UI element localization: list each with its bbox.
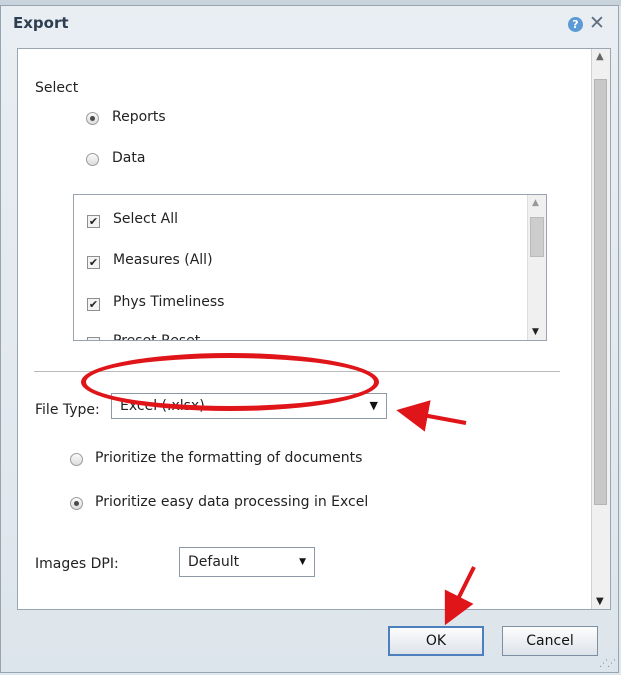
radio-prioritize-formatting[interactable] <box>70 453 83 466</box>
images-dpi-value: Default <box>188 554 240 570</box>
cancel-button[interactable]: Cancel <box>502 626 598 656</box>
report-selection-list[interactable]: ✔ Select All ✔ Measures (All) ✔ Phys Tim… <box>73 194 547 341</box>
radio-reports-label: Reports <box>112 109 166 125</box>
radio-prioritize-formatting-label: Prioritize the formatting of documents <box>95 450 363 466</box>
dialog-title: Export <box>13 14 69 32</box>
list-item-label: Phys Timeliness <box>113 294 225 310</box>
list-item-label: Select All <box>113 211 178 227</box>
radio-prioritize-data-processing-label: Prioritize easy data processing in Excel <box>95 494 369 510</box>
chevron-down-icon[interactable]: ▼ <box>532 327 539 337</box>
radio-data-label: Data <box>112 150 146 166</box>
ok-button[interactable]: OK <box>388 626 484 656</box>
list-scrollbar[interactable]: ▲ ▼ <box>527 195 546 340</box>
list-item-label: Preset Reset <box>113 333 201 341</box>
select-all-checkbox[interactable]: ✔ <box>87 215 100 228</box>
chevron-down-icon[interactable]: ▼ <box>370 394 378 418</box>
dialog-titlebar[interactable]: Export ? ✕ <box>1 6 618 42</box>
chevron-down-icon[interactable]: ▼ <box>596 596 604 607</box>
list-item-label: Measures (All) <box>113 252 213 268</box>
export-dialog: Export ? ✕ Select Reports Data ✔ Select … <box>0 5 619 673</box>
chevron-up-icon[interactable]: ▲ <box>532 198 539 208</box>
file-type-label: File Type: <box>35 402 100 418</box>
radio-data[interactable] <box>86 153 99 166</box>
resize-grip-icon[interactable]: ⋰⋰ <box>599 660 616 669</box>
annotation-highlight-ellipse <box>81 353 379 411</box>
radio-reports[interactable] <box>86 112 99 125</box>
select-heading: Select <box>35 80 79 96</box>
list-scroll-thumb[interactable] <box>530 217 544 257</box>
radio-prioritize-data-processing[interactable] <box>70 497 83 510</box>
images-dpi-select[interactable]: Default ▼ <box>179 547 315 577</box>
close-icon[interactable]: ✕ <box>589 12 605 34</box>
chevron-up-icon[interactable]: ▲ <box>596 51 604 62</box>
content-scroll-thumb[interactable] <box>594 79 607 505</box>
chevron-down-icon[interactable]: ▼ <box>299 548 306 576</box>
measures-checkbox[interactable]: ✔ <box>87 256 100 269</box>
dialog-content: Select Reports Data ✔ Select All ✔ Measu… <box>17 48 611 610</box>
phys-timeliness-checkbox[interactable]: ✔ <box>87 298 100 311</box>
help-icon[interactable]: ? <box>568 17 583 32</box>
preset-reset-checkbox[interactable]: ✔ <box>87 337 100 340</box>
content-scrollbar[interactable]: ▲ ▼ <box>591 49 610 609</box>
images-dpi-label: Images DPI: <box>35 556 119 572</box>
